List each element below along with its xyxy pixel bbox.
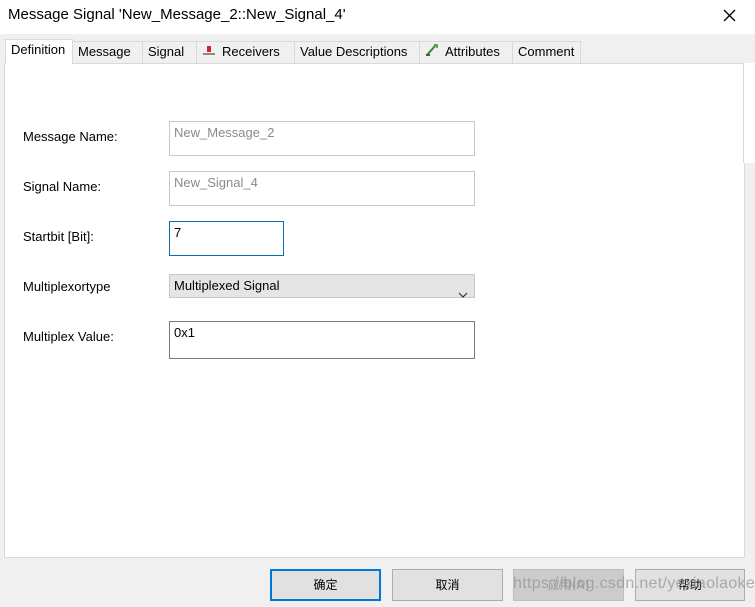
tab-receivers[interactable]: Receivers [196,41,295,63]
signal-name-label: Signal Name: [23,179,102,194]
tab-signal[interactable]: Signal [142,41,197,63]
close-icon [723,9,736,22]
tab-label: Signal [148,44,185,59]
tab-label: Comment [518,44,575,59]
startbit-label: Startbit [Bit]: [23,229,94,244]
close-button[interactable] [715,2,745,28]
attributes-icon [425,43,439,63]
cancel-button[interactable]: 取消 [392,569,503,601]
tab-label: Message [78,44,131,59]
startbit-input[interactable]: 7 [169,221,284,256]
multiplex-value-input[interactable]: 0x1 [169,321,475,359]
tab-message[interactable]: Message [72,41,143,63]
scrollbar-edge[interactable] [743,63,755,163]
signal-name-field[interactable]: New_Signal_4 [169,171,475,206]
message-name-label: Message Name: [23,129,118,144]
receivers-icon [202,43,216,63]
tab-definition[interactable]: Definition [5,39,73,64]
multiplexortype-label: Multiplexortype [23,279,111,294]
tab-strip: Definition Message Signal Receivers Valu… [5,39,745,64]
window-title: Message Signal 'New_Message_2::New_Signa… [8,6,346,23]
multiplexortype-select[interactable]: Multiplexed Signal [169,274,475,298]
watermark: https://blog.csdn.net/yexiaolaoke [513,575,755,592]
multiplexortype-value: Multiplexed Signal [174,278,280,293]
message-name-field[interactable]: New_Message_2 [169,121,475,156]
tab-attributes[interactable]: Attributes [419,41,513,63]
ok-button[interactable]: 确定 [270,569,381,601]
title-bar: Message Signal 'New_Message_2::New_Signa… [0,0,755,34]
tab-label: Receivers [222,44,280,59]
tab-label: Attributes [445,44,500,59]
chevron-down-icon [458,283,468,305]
multiplex-value-label: Multiplex Value: [23,329,114,344]
tab-label: Definition [11,42,66,57]
tab-comment[interactable]: Comment [512,41,581,63]
tab-label: Value Descriptions [300,44,408,59]
tab-value-descriptions[interactable]: Value Descriptions [294,41,420,63]
